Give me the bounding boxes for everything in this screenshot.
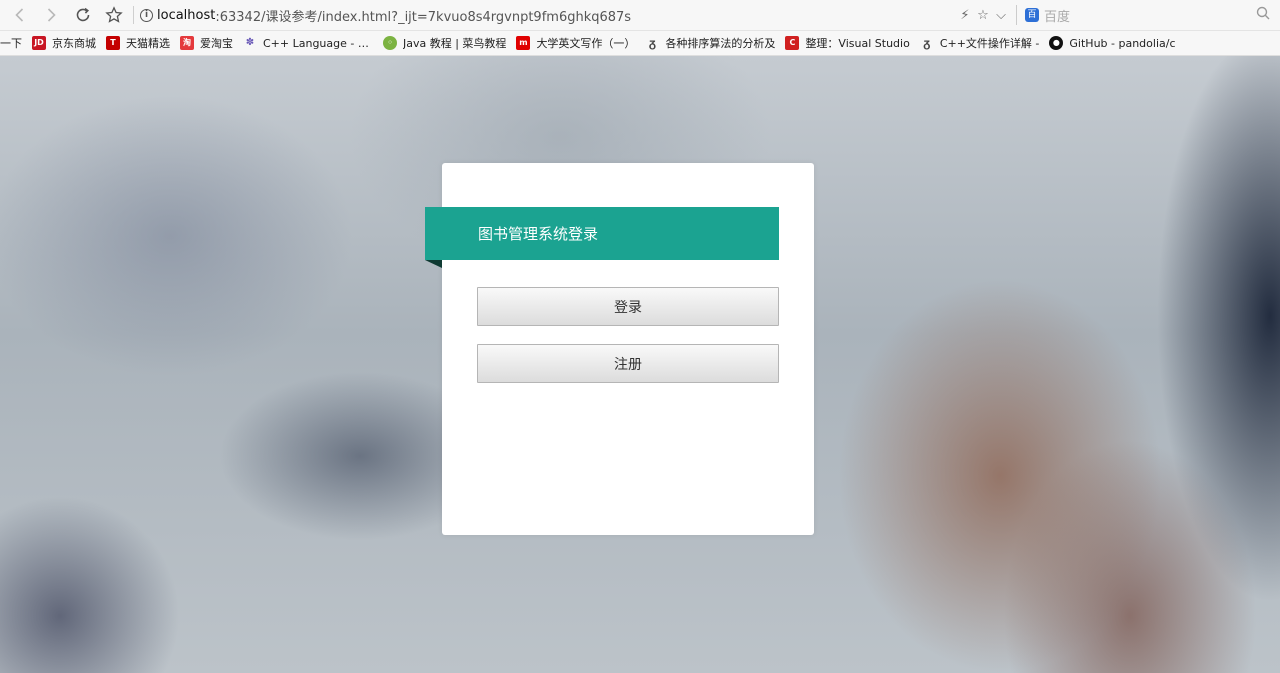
- bookmarks-bar: 一下 JD 京东商城 T 天猫精选淘爱淘宝 ✽ C++ Language - C+ ◦ Java…: [0, 31, 1280, 56]
- register-button[interactable]: 注册: [477, 344, 779, 383]
- toolbar-divider: [133, 6, 134, 24]
- search-icon[interactable]: [1256, 6, 1270, 24]
- bookmark-label: 整理：Visual Studio: [805, 37, 910, 50]
- bookmark-item[interactable]: 一下: [0, 35, 22, 51]
- cpp-icon: ✽: [245, 37, 255, 48]
- lightning-icon[interactable]: ⚡: [956, 6, 974, 24]
- bookmark-label: 爱淘宝: [200, 37, 233, 50]
- address-tools: ⚡ ☆ ⌵: [956, 6, 1010, 24]
- search-placeholder: 百度: [1044, 9, 1071, 25]
- login-card: 图书管理系统登录 登录 注册: [425, 163, 814, 535]
- chevron-left-icon: [15, 8, 24, 22]
- page-title: 图书管理系统登录: [478, 225, 599, 243]
- runoob-icon: ◦: [383, 36, 397, 50]
- bookmark-item[interactable]: T 天猫精选: [106, 35, 170, 51]
- favorite-star-icon[interactable]: ☆: [974, 6, 992, 24]
- url-path: :63342/课设参考/index.html?_ijt=7kvuo8s4rgvn…: [215, 9, 632, 25]
- browser-toolbar: i localhost :63342/课设参考/index.html?_ijt=…: [0, 0, 1280, 31]
- reload-button[interactable]: [72, 4, 94, 26]
- bookmark-star-button[interactable]: [103, 4, 125, 26]
- info-icon[interactable]: i: [140, 8, 153, 22]
- github-icon: ●: [1049, 36, 1064, 50]
- url-host: localhost: [157, 7, 216, 23]
- back-button[interactable]: [9, 4, 31, 26]
- site-favicon-icon: T: [106, 36, 120, 50]
- leaf-icon: ᵹ: [648, 36, 657, 50]
- bookmark-label: 各种排序算法的分析及: [665, 37, 776, 50]
- bookmark-item[interactable]: ✽ C++ Language - C+: [243, 36, 373, 50]
- address-bar[interactable]: i localhost :63342/课设参考/index.html?_ijt=…: [140, 4, 950, 26]
- bookmark-item[interactable]: m 大学英文写作（一）: [516, 35, 635, 51]
- bookmark-item[interactable]: ᵹ C++文件操作详解 -: [920, 35, 1040, 51]
- site-favicon-icon: m: [516, 36, 531, 50]
- bookmark-item[interactable]: C 整理：Visual Studio: [785, 35, 910, 51]
- bookmark-item[interactable]: JD 京东商城: [32, 35, 96, 51]
- forward-button[interactable]: [40, 4, 62, 26]
- star-icon: [105, 6, 123, 23]
- bookmark-label: C++文件操作详解 -: [939, 37, 1040, 50]
- site-favicon-icon: JD: [32, 36, 46, 50]
- site-favicon-icon: 淘: [180, 36, 194, 50]
- bookmark-label: C++ Language - C+: [263, 36, 373, 50]
- bookmark-item[interactable]: ᵹ 各种排序算法的分析及: [645, 35, 776, 51]
- banner-fold: [425, 260, 442, 268]
- baidu-icon: 百: [1025, 8, 1039, 22]
- bookmark-label: 京东商城: [52, 37, 96, 50]
- page-background: 图书管理系统登录 登录 注册: [0, 56, 1280, 673]
- site-favicon-icon: C: [785, 36, 800, 50]
- bookmark-item[interactable]: 淘爱淘宝: [180, 35, 233, 51]
- bookmark-label: 大学英文写作（一）: [536, 37, 636, 50]
- bookmark-item[interactable]: ◦ Java 教程 | 菜鸟教程: [383, 35, 506, 51]
- bookmark-label: 一下: [0, 37, 22, 50]
- leaf-icon: ᵹ: [923, 36, 931, 50]
- bookmark-label: 天猫精选: [126, 37, 170, 50]
- bookmark-label: Java 教程 | 菜鸟教程: [403, 37, 507, 50]
- login-title-banner: 图书管理系统登录: [425, 207, 779, 260]
- bookmark-label: GitHub - pandolia/c: [1069, 36, 1176, 50]
- chevron-down-icon[interactable]: ⌵: [992, 6, 1010, 24]
- reload-icon: [76, 7, 90, 22]
- search-box[interactable]: 百 百度: [1016, 5, 1278, 25]
- bookmark-item[interactable]: ● GitHub - pandolia/c: [1049, 36, 1176, 50]
- login-button[interactable]: 登录: [477, 287, 779, 326]
- chevron-right-icon: [47, 8, 56, 22]
